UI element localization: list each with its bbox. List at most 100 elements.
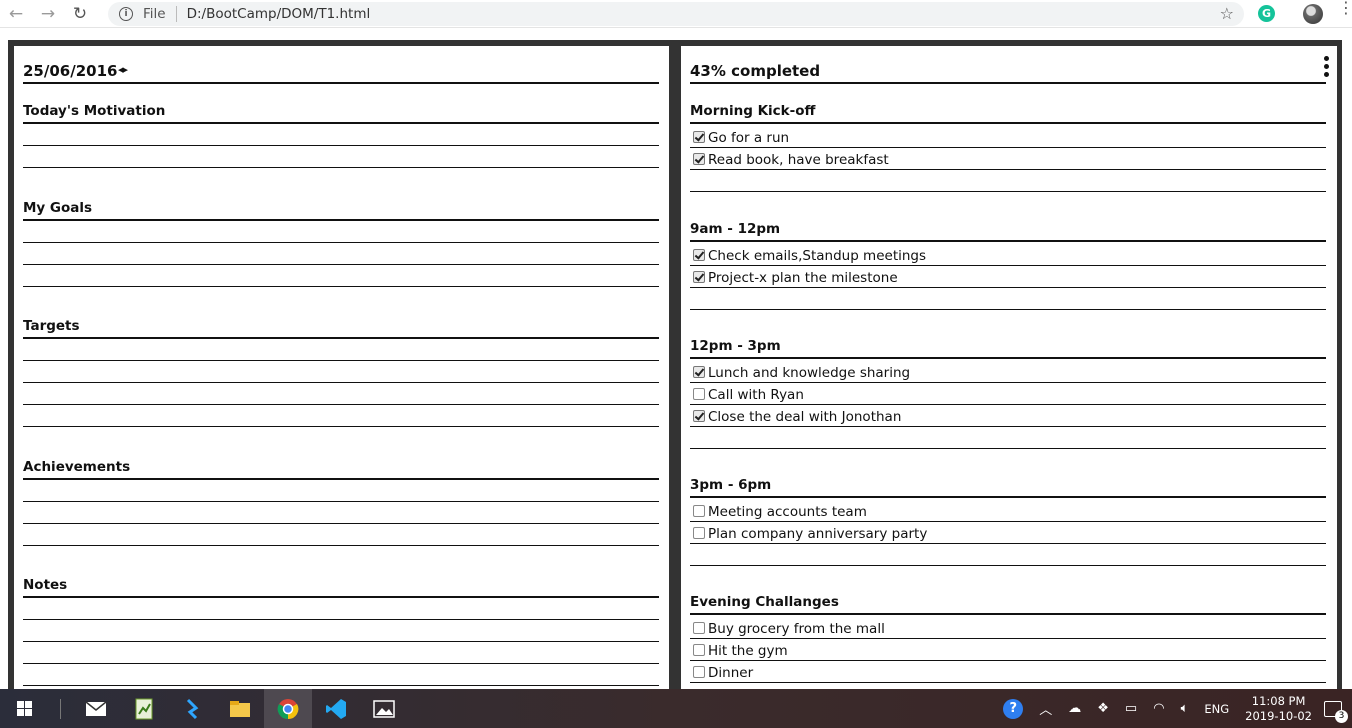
task-item: Close the deal with Jonothan [690, 405, 1326, 427]
section-title: Evening Challanges [690, 593, 1326, 615]
url-text[interactable]: D:/BootCamp/DOM/T1.html [187, 6, 371, 22]
writing-line[interactable] [23, 502, 659, 524]
task-label: Buy grocery from the mall [708, 621, 885, 637]
browser-menu-icon[interactable]: ⋮ [1338, 0, 1352, 16]
writing-line[interactable] [23, 480, 659, 502]
battery-icon[interactable]: ▭ [1125, 701, 1137, 716]
address-bar[interactable]: i File D:/BootCamp/DOM/T1.html ☆ [108, 2, 1244, 26]
task-checkbox[interactable] [693, 131, 705, 143]
language-indicator[interactable]: ENG [1204, 702, 1229, 716]
writing-line[interactable] [23, 664, 659, 686]
writing-line[interactable] [23, 405, 659, 427]
forward-arrow-icon[interactable]: → [32, 0, 64, 28]
task-checkbox[interactable] [693, 644, 705, 656]
grammarly-extension-icon[interactable]: G [1258, 5, 1275, 22]
chrome-app-icon[interactable] [264, 689, 312, 728]
writing-line[interactable] [23, 243, 659, 265]
clock[interactable]: 11:08 PM 2019-10-02 [1245, 694, 1312, 724]
section-title: Today's Motivation [23, 102, 659, 124]
start-button[interactable] [0, 689, 48, 728]
more-options-icon[interactable] [1324, 56, 1330, 77]
blank-task-line[interactable] [690, 170, 1326, 192]
task-item: Plan company anniversary party [690, 522, 1326, 544]
writing-line[interactable] [23, 383, 659, 405]
task-item: Meeting accounts team [690, 504, 1326, 522]
progress-text: 43% completed [690, 62, 821, 80]
wifi-icon[interactable]: ◠ [1153, 701, 1164, 716]
help-icon[interactable]: ? [1003, 698, 1024, 719]
writing-line[interactable] [23, 265, 659, 287]
info-icon[interactable]: i [119, 7, 133, 21]
date-text: 25/06/2016 [23, 62, 118, 80]
writing-line[interactable] [23, 524, 659, 546]
excel-file-icon[interactable] [120, 689, 168, 728]
task-checkbox[interactable] [693, 622, 705, 634]
onedrive-icon[interactable]: ☁ [1068, 701, 1081, 716]
system-tray: ? ︿ ☁ ❖ ▭ ◠ 🔈︎ ENG 11:08 PM 2019-10-02 3 [995, 689, 1352, 728]
writing-line[interactable] [23, 124, 659, 146]
profile-avatar[interactable] [1303, 4, 1323, 24]
schedule-section: Evening Challanges Buy grocery from the m… [690, 593, 1326, 696]
vscode-app-icon[interactable] [312, 689, 360, 728]
task-checkbox[interactable] [693, 249, 705, 261]
dropbox-icon[interactable]: ❖ [1097, 701, 1109, 716]
section-title: 9am - 12pm [690, 220, 1326, 242]
planner-page: 25/06/2016 ◂▸ Today's Motivation My Goals… [8, 40, 1342, 696]
task-checkbox[interactable] [693, 271, 705, 283]
left-column: 25/06/2016 ◂▸ Today's Motivation My Goals… [14, 46, 669, 696]
schedule-section: 12pm - 3pm Lunch and knowledge sharing Cal… [690, 337, 1326, 449]
task-item: Hit the gym [690, 639, 1326, 661]
chevron-up-icon[interactable]: ︿ [1039, 699, 1052, 718]
blank-task-line[interactable] [690, 427, 1326, 449]
vs-app-icon[interactable] [168, 689, 216, 728]
task-item: Project-x plan the milestone [690, 266, 1326, 288]
section-title: Achievements [23, 458, 659, 480]
task-item: Read book, have breakfast [690, 148, 1326, 170]
task-item: Go for a run [690, 130, 1326, 148]
section-title: 3pm - 6pm [690, 476, 1326, 498]
mail-app-icon[interactable] [72, 689, 120, 728]
volume-icon[interactable]: 🔈︎ [1181, 701, 1189, 716]
browser-toolbar: ← → ↻ i File D:/BootCamp/DOM/T1.html ☆ G… [0, 0, 1352, 28]
left-section: Today's Motivation [23, 102, 659, 168]
task-checkbox[interactable] [693, 410, 705, 422]
writing-line[interactable] [23, 642, 659, 664]
writing-line[interactable] [23, 339, 659, 361]
task-label: Read book, have breakfast [708, 152, 889, 168]
task-item: Check emails,Standup meetings [690, 248, 1326, 266]
date-arrows-icon[interactable]: ◂▸ [118, 63, 128, 76]
writing-line[interactable] [23, 221, 659, 243]
task-checkbox[interactable] [693, 505, 705, 517]
writing-line[interactable] [23, 146, 659, 168]
task-label: Go for a run [708, 130, 790, 146]
windows-taskbar: ? ︿ ☁ ❖ ▭ ◠ 🔈︎ ENG 11:08 PM 2019-10-02 3 [0, 689, 1352, 728]
notification-count: 3 [1335, 709, 1348, 723]
task-checkbox[interactable] [693, 153, 705, 165]
task-item: Dinner [690, 661, 1326, 683]
blank-task-line[interactable] [690, 544, 1326, 566]
windows-logo-icon [16, 701, 32, 716]
task-checkbox[interactable] [693, 666, 705, 678]
task-checkbox[interactable] [693, 366, 705, 378]
task-checkbox[interactable] [693, 388, 705, 400]
file-explorer-icon[interactable] [216, 689, 264, 728]
right-column: 43% completed Morning Kick-off Go for a r… [681, 46, 1337, 696]
clock-time: 11:08 PM [1251, 693, 1306, 708]
photos-app-icon[interactable] [360, 689, 408, 728]
task-checkbox[interactable] [693, 527, 705, 539]
blank-task-line[interactable] [690, 288, 1326, 310]
writing-line[interactable] [23, 361, 659, 383]
reload-icon[interactable]: ↻ [64, 0, 96, 28]
left-section: My Goals [23, 199, 659, 287]
address-separator [175, 6, 177, 22]
task-label: Dinner [708, 665, 754, 681]
left-section: Notes [23, 576, 659, 686]
task-label: Call with Ryan [708, 387, 804, 403]
writing-line[interactable] [23, 620, 659, 642]
left-section: Targets [23, 317, 659, 427]
back-arrow-icon[interactable]: ← [0, 0, 32, 28]
notification-center-icon[interactable]: 3 [1324, 700, 1348, 723]
task-label: Project-x plan the milestone [708, 270, 898, 286]
writing-line[interactable] [23, 598, 659, 620]
bookmark-star-icon[interactable]: ☆ [1220, 4, 1234, 23]
